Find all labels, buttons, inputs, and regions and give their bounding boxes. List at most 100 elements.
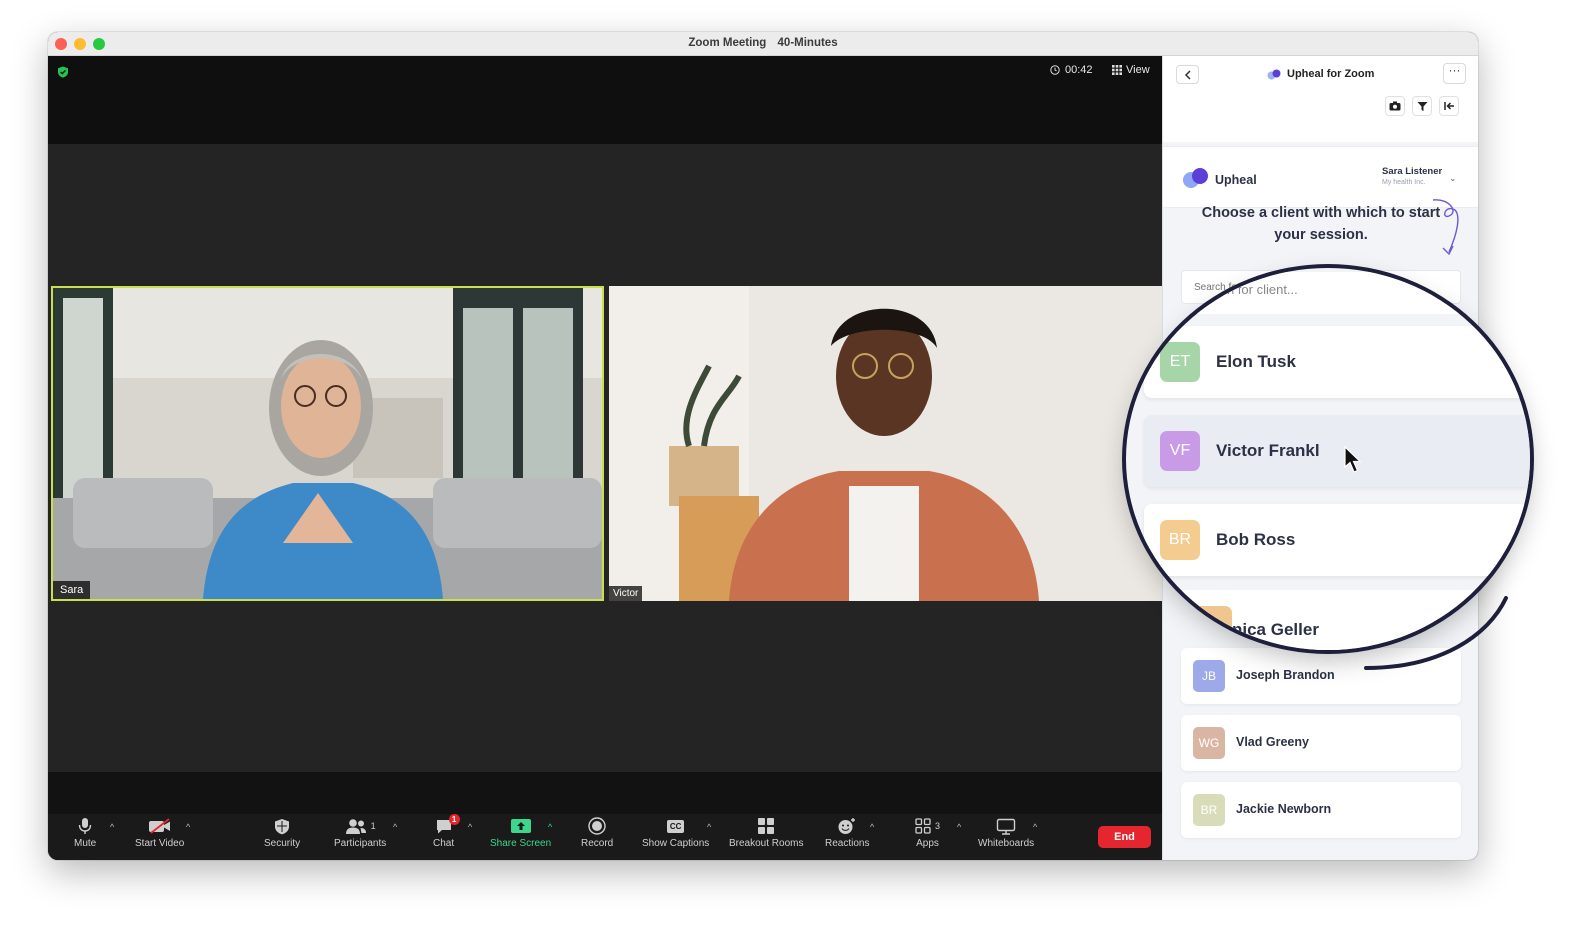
participant-name-victor: Victor	[609, 586, 643, 601]
share-screen-label: Share Screen	[490, 838, 552, 849]
share-options-chevron-icon[interactable]: ^	[548, 822, 552, 832]
window-title-text: Zoom Meeting	[688, 37, 767, 49]
mouse-pointer-icon	[1344, 446, 1362, 473]
meeting-toolbar: Mute ^ Start Video ^ Security 1 Particip…	[48, 814, 1162, 860]
sidebar-title-text: Upheal for Zoom	[1287, 68, 1375, 80]
choose-client-prompt: Choose a client with which to start your…	[1201, 205, 1441, 243]
reactions-icon	[838, 818, 856, 834]
plan-label: 40-Minutes	[777, 37, 838, 49]
clock-icon	[1050, 65, 1060, 75]
mute-options-chevron-icon[interactable]: ^	[110, 822, 114, 832]
chat-button[interactable]: 1 Chat	[433, 814, 460, 860]
sidebar-title: Upheal for Zoom	[1267, 68, 1374, 80]
participant-name-sara: Sara	[53, 581, 91, 599]
video-options-chevron-icon[interactable]: ^	[186, 822, 190, 832]
client-card-jackie-newborn[interactable]: BR Jackie Newborn	[1181, 782, 1461, 838]
client-avatar: JB	[1193, 660, 1225, 692]
client-card-victor-frankl[interactable]: VF Victor Frankl	[1144, 415, 1530, 487]
microphone-icon	[78, 818, 92, 834]
magnifier-overlay: Search for client... ET Elon Tusk VF Vic…	[1126, 268, 1530, 650]
reactions-button[interactable]: Reactions	[825, 814, 869, 860]
upheal-brand-name: Upheal	[1215, 173, 1257, 187]
client-card-elon-tusk[interactable]: ET Elon Tusk	[1144, 326, 1530, 398]
account-switcher[interactable]: Sara Listener My health Inc.	[1382, 166, 1442, 186]
mute-label: Mute	[74, 838, 97, 849]
mute-button[interactable]: Mute	[74, 814, 96, 860]
client-card-bob-ross[interactable]: BR Bob Ross	[1144, 504, 1530, 576]
participants-icon	[345, 819, 366, 834]
filter-button[interactable]	[1412, 96, 1432, 116]
meeting-area: 00:42 View Sara Victor Mute ^ Start Vide…	[48, 56, 1162, 860]
whiteboards-button[interactable]: Whiteboards	[978, 814, 1034, 860]
collapse-left-icon	[1443, 102, 1454, 110]
share-screen-button[interactable]: Share Screen	[490, 814, 551, 860]
whiteboards-options-chevron-icon[interactable]: ^	[1033, 822, 1037, 832]
client-name: Joseph Brandon	[1236, 668, 1335, 682]
apps-count: 3	[935, 821, 941, 831]
title-bar: Zoom Meeting 40-Minutes	[48, 32, 1478, 56]
client-name: Vlad Greeny	[1236, 735, 1309, 749]
grid-icon	[1112, 65, 1122, 75]
reactions-label: Reactions	[825, 838, 870, 849]
magnified-search-text: Search for client...	[1181, 272, 1481, 314]
end-meeting-button[interactable]: End	[1098, 826, 1151, 848]
share-screen-icon	[510, 819, 531, 833]
client-name-partial: nica Geller	[1232, 620, 1319, 639]
client-card-vlad-greeny[interactable]: WG Vlad Greeny	[1181, 715, 1461, 771]
client-name: Jackie Newborn	[1236, 802, 1332, 816]
apps-button[interactable]: 3 Apps	[915, 814, 940, 860]
breakout-rooms-label: Breakout Rooms	[729, 838, 804, 849]
view-label: View	[1126, 64, 1150, 76]
account-chevron-down-icon[interactable]: ⌄	[1449, 173, 1457, 184]
camera-icon	[1389, 101, 1401, 111]
apps-options-chevron-icon[interactable]: ^	[957, 822, 961, 832]
more-options-button[interactable]: ···	[1443, 63, 1466, 84]
video-tile-victor[interactable]: Victor	[609, 286, 1162, 601]
participants-options-chevron-icon[interactable]: ^	[393, 822, 397, 832]
whiteboard-icon	[996, 818, 1016, 835]
victor-video-frame	[609, 286, 1162, 601]
client-name: Victor Frankl	[1216, 441, 1320, 460]
client-avatar	[1192, 606, 1232, 646]
record-label: Record	[581, 838, 614, 849]
sara-video-frame	[53, 288, 602, 599]
view-button[interactable]: View	[1112, 64, 1150, 76]
client-name: Elon Tusk	[1216, 352, 1296, 371]
client-avatar: BR	[1160, 520, 1200, 560]
meeting-top-bar: 00:42 View	[48, 56, 1162, 144]
upheal-mini-logo-icon	[1267, 69, 1281, 79]
video-tile-sara[interactable]: Sara	[51, 286, 604, 601]
captions-options-chevron-icon[interactable]: ^	[707, 822, 711, 832]
account-user-name: Sara Listener	[1382, 166, 1443, 177]
account-org-name: My health Inc.	[1382, 179, 1426, 186]
chat-options-chevron-icon[interactable]: ^	[468, 822, 472, 832]
timer-value: 00:42	[1065, 64, 1093, 76]
start-video-label: Start Video	[135, 838, 185, 849]
back-button[interactable]	[1176, 65, 1199, 84]
encryption-shield-icon[interactable]	[57, 66, 69, 78]
upheal-logo-icon	[1183, 168, 1208, 188]
shield-icon	[275, 818, 290, 834]
breakout-rooms-button[interactable]: Breakout Rooms	[729, 814, 803, 860]
start-video-button[interactable]: Start Video	[135, 814, 184, 860]
chat-label: Chat	[433, 838, 455, 849]
participants-label: Participants	[334, 838, 387, 849]
reactions-options-chevron-icon[interactable]: ^	[870, 822, 874, 832]
camera-button[interactable]	[1385, 96, 1405, 116]
collapse-sidebar-button[interactable]	[1439, 96, 1459, 116]
chat-unread-badge: 1	[448, 814, 460, 825]
client-avatar: WG	[1193, 727, 1225, 759]
video-off-icon	[148, 818, 170, 834]
record-button[interactable]: Record	[581, 814, 613, 860]
squiggle-arrow-icon	[1432, 199, 1459, 256]
apps-label: Apps	[916, 838, 939, 849]
chevron-left-icon	[1184, 69, 1191, 80]
security-label: Security	[264, 838, 301, 849]
show-captions-button[interactable]: CC Show Captions	[642, 814, 709, 860]
breakout-rooms-icon	[758, 818, 775, 834]
record-icon	[588, 817, 606, 835]
security-button[interactable]: Security	[264, 814, 300, 860]
meeting-timer: 00:42	[1050, 64, 1093, 76]
filter-icon	[1417, 101, 1427, 111]
participants-button[interactable]: 1 Participants	[334, 814, 386, 860]
